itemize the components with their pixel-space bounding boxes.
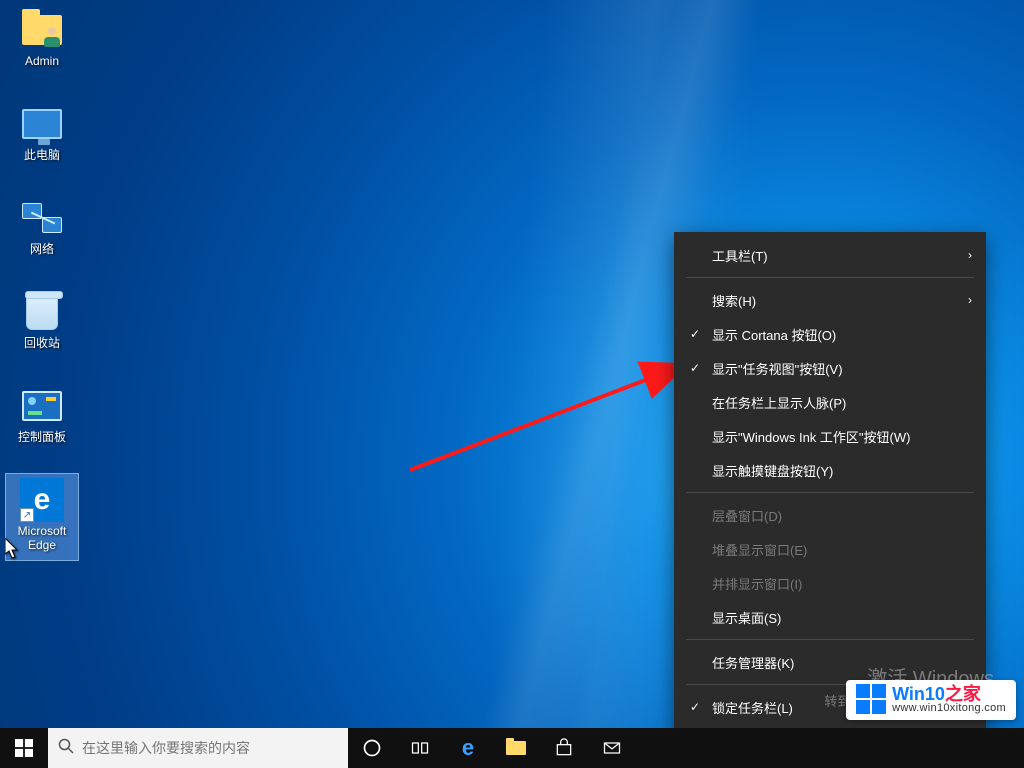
desktop-icon-control-panel[interactable]: 控制面板 [6,380,78,466]
desktop-icon-network[interactable]: 网络 [6,192,78,278]
desktop-icon-admin[interactable]: Admin [6,4,78,90]
store-icon [554,738,574,758]
context-menu-item[interactable]: 显示桌面(S) [674,600,986,634]
context-menu-item-label: 显示桌面(S) [706,608,972,627]
desktop-icon-label: 此电脑 [24,148,60,162]
chevron-right-icon: › [968,248,972,262]
desktop-icon-label: Admin [25,54,59,68]
taskbar-store-button[interactable] [540,728,588,768]
desktop-icon-label: 回收站 [24,336,60,350]
task-view-button[interactable] [396,728,444,768]
network-icon [20,196,64,240]
context-menu-item-label: 显示 Cortana 按钮(O) [706,325,972,344]
context-menu-item[interactable]: 显示 Cortana 按钮(O) [674,317,986,351]
context-menu-item[interactable]: 显示触摸键盘按钮(Y) [674,453,986,487]
cortana-icon [362,738,382,758]
taskbar-file-explorer-button[interactable] [492,728,540,768]
desktop-icon-recycle-bin[interactable]: 回收站 [6,286,78,372]
menu-separator [686,492,974,493]
desktop-icon-label: 网络 [30,242,54,256]
search-icon [58,738,74,759]
windows-logo-icon [15,739,33,757]
desktop-icons-column: Admin 此电脑 网络 回收站 控制面板 e ↗ Microsoft Edge [6,4,86,568]
recycle-bin-icon [20,290,64,334]
context-menu-item-label: 在任务栏上显示人脉(P) [706,393,972,412]
context-menu-item[interactable]: 显示"Windows Ink 工作区"按钮(W) [674,419,986,453]
context-menu-item-label: 并排显示窗口(I) [706,574,972,593]
check-icon [684,327,706,341]
context-menu-item: 堆叠显示窗口(E) [674,532,986,566]
check-icon [684,361,706,375]
taskbar-pinned-apps: e [348,728,636,768]
context-menu-item: 并排显示窗口(I) [674,566,986,600]
badge-title-accent: 之家 [945,684,981,704]
context-menu-item-label: 搜索(H) [706,291,968,310]
start-button[interactable] [0,728,48,768]
shortcut-overlay-icon: ↗ [20,508,34,522]
folder-user-icon [20,8,64,52]
windows-logo-icon [856,684,886,714]
mail-icon [602,738,622,758]
context-menu-item-label: 工具栏(T) [706,246,968,265]
menu-separator [686,277,974,278]
desktop-icon-this-pc[interactable]: 此电脑 [6,98,78,184]
search-input[interactable] [82,740,338,756]
file-explorer-icon [506,741,526,755]
context-menu-item: 层叠窗口(D) [674,498,986,532]
context-menu-item-label: 显示触摸键盘按钮(Y) [706,461,972,480]
badge-title-main: Win10 [892,684,945,704]
context-menu-item-label: 堆叠显示窗口(E) [706,540,972,559]
context-menu-item[interactable]: 显示"任务视图"按钮(V) [674,351,986,385]
context-menu-item[interactable]: 工具栏(T)› [674,238,986,272]
taskbar: e [0,728,1024,768]
taskbar-edge-button[interactable]: e [444,728,492,768]
check-icon [684,700,706,714]
edge-icon: e [462,735,474,761]
context-menu-item-label: 层叠窗口(D) [706,506,972,525]
desktop-icon-label: 控制面板 [18,430,66,444]
context-menu-item-label: 显示"Windows Ink 工作区"按钮(W) [706,427,972,446]
badge-url: www.win10xitong.com [892,703,1006,714]
context-menu-item-label: 显示"任务视图"按钮(V) [706,359,972,378]
mouse-cursor-icon [5,538,21,560]
context-menu-item[interactable]: 在任务栏上显示人脉(P) [674,385,986,419]
chevron-right-icon: › [968,293,972,307]
site-watermark-badge: Win10之家 www.win10xitong.com [846,680,1016,720]
edge-icon: e ↗ [20,478,64,522]
taskbar-mail-button[interactable] [588,728,636,768]
menu-separator [686,639,974,640]
this-pc-icon [20,102,64,146]
task-view-icon [410,738,430,758]
context-menu-item[interactable]: 搜索(H)› [674,283,986,317]
control-panel-icon [20,384,64,428]
taskbar-search[interactable] [48,728,348,768]
cortana-button[interactable] [348,728,396,768]
